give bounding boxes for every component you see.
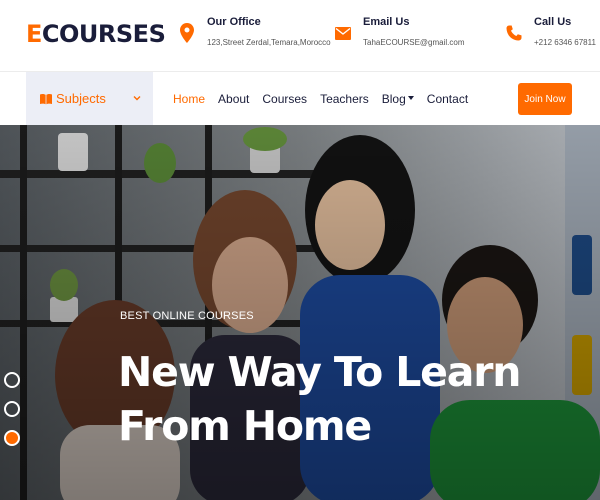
hero-title-line-1: New Way To Learn [118, 348, 521, 396]
nav-home-label: Home [173, 91, 206, 106]
hero-title: New Way To Learn From Home [118, 345, 521, 453]
contact-office: Our Office 123,Street Zerdal,Temara,Moro… [176, 14, 331, 47]
contact-call-title: Call Us [534, 16, 572, 28]
book-icon [40, 93, 52, 104]
nav-courses-label: Courses [262, 91, 308, 106]
carousel-indicators [4, 372, 20, 459]
logo[interactable]: ECOURSES [26, 20, 166, 48]
nav-home[interactable]: Home [173, 92, 205, 106]
location-pin-icon [176, 20, 198, 46]
nav-teachers[interactable]: Teachers [320, 92, 369, 106]
join-now-button[interactable]: Join Now [518, 83, 572, 115]
main-menu: Home About Courses Teachers Blog Contact [173, 72, 481, 125]
phone-icon [503, 20, 525, 46]
nav-bar: Subjects Home About Courses Teachers Blo… [0, 72, 600, 125]
nav-about-label: About [218, 91, 250, 106]
nav-contact[interactable]: Contact [427, 92, 468, 106]
nav-contact-label: Contact [426, 91, 469, 106]
contact-email-detail[interactable]: TahaECOURSE@gmail.com [363, 38, 464, 47]
contact-office-title: Our Office [207, 16, 261, 28]
nav-blog-label: Blog [381, 91, 406, 106]
carousel-dot-1[interactable] [4, 372, 20, 388]
contact-office-detail: 123,Street Zerdal,Temara,Morocco [207, 38, 331, 47]
nav-teachers-label: Teachers [320, 91, 369, 106]
contact-email: Email Us TahaECOURSE@gmail.com [332, 14, 464, 47]
hero-tagline: BEST ONLINE COURSES [120, 310, 254, 322]
envelope-icon [332, 20, 354, 46]
logo-accent: E [26, 20, 42, 48]
logo-text: COURSES [41, 20, 166, 48]
chevron-down-icon [133, 96, 141, 101]
contact-email-title: Email Us [363, 16, 410, 28]
subjects-dropdown[interactable]: Subjects [26, 72, 153, 125]
nav-courses[interactable]: Courses [262, 92, 307, 106]
caret-down-icon [407, 96, 414, 100]
subjects-label: Subjects [56, 91, 106, 106]
contact-call-detail[interactable]: +212 6346 67811 [534, 38, 596, 47]
carousel-dot-2[interactable] [4, 401, 20, 417]
contact-call: Call Us +212 6346 67811 [503, 14, 596, 47]
carousel-dot-3[interactable] [4, 430, 20, 446]
nav-about[interactable]: About [218, 92, 249, 106]
page: ECOURSES Our Office 123,Street Zerdal,Te… [0, 0, 600, 500]
hero-title-line-2: From Home [118, 402, 372, 450]
hero-banner: BEST ONLINE COURSES New Way To Learn Fro… [0, 125, 600, 500]
nav-blog[interactable]: Blog [382, 92, 414, 106]
top-bar: ECOURSES Our Office 123,Street Zerdal,Te… [0, 0, 600, 72]
